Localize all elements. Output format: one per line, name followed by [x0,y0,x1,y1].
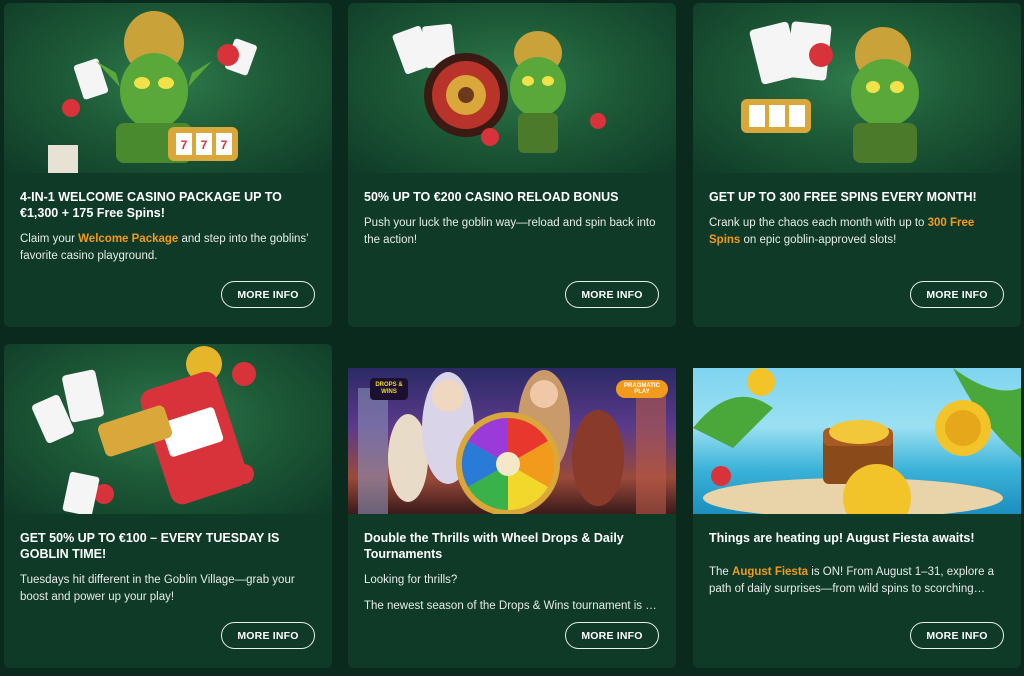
promo-title: 50% UP TO €200 CASINO RELOAD BONUS [364,190,619,204]
promo-card-august-fiesta: Things are heating up! August Fiesta awa… [693,344,1021,668]
promo-description: Looking for thrills? The newest season o… [364,572,660,615]
promo-description: Crank up the chaos each month with up to… [709,215,1005,249]
promo-image-olympus-wheel: DROPS & WINS PRAGMATIC PLAY [348,368,676,514]
treasure-beach-illustration-icon [693,368,1021,514]
promo-image-goblin-roulette [348,3,676,173]
promo-image-treasure-beach [693,368,1021,514]
image-top-spacer [348,344,676,368]
pragmatic-play-logo: PRAGMATIC PLAY [616,380,668,398]
drops-wins-badge: DROPS & WINS [370,378,408,400]
goblin-illustration-icon: 7 7 7 [48,11,257,173]
promo-title: GET 50% UP TO €100 – EVERY TUESDAY IS GO… [20,531,280,561]
promo-card-tuesday-bonus: GET 50% UP TO €100 – EVERY TUESDAY IS GO… [4,344,332,668]
promo-card-reload-bonus: 50% UP TO €200 CASINO RELOAD BONUS Push … [348,3,676,327]
svg-text:7: 7 [221,138,228,152]
promo-description-line-2: The newest season of the Drops & Wins to… [364,600,660,612]
promo-card-drops-wins: DROPS & WINS PRAGMATIC PLAY Double the T… [348,344,676,668]
promo-title: Things are heating up! August Fiesta awa… [709,531,975,545]
promo-description: The August Fiesta is ON! From August 1–3… [709,564,1005,598]
promo-title-line-2: €1,300 + 175 Free Spins! [20,206,165,220]
image-top-spacer [693,344,1021,368]
goblin-roulette-illustration-icon [392,23,606,153]
more-info-button[interactable]: MORE INFO [910,281,1004,308]
promo-description: Push your luck the goblin way—reload and… [364,217,656,246]
more-info-button[interactable]: MORE INFO [565,622,659,649]
promo-description-text: Crank up the chaos each month with up to [709,217,928,229]
slot-machine-illustration-icon [32,346,256,514]
promo-description: Tuesdays hit different in the Goblin Vil… [20,574,295,603]
welcome-package-link[interactable]: Welcome Package [78,233,178,245]
august-fiesta-link[interactable]: August Fiesta [732,566,808,578]
promo-description-text: The [709,566,733,578]
promo-title: Double the Thrills with Wheel Drops & Da… [364,531,624,561]
promo-title: 4-IN-1 WELCOME CASINO PACKAGE UP TO €1,3… [20,189,316,221]
promo-image-goblin-slots: 7 7 7 [4,3,332,173]
more-info-button[interactable]: MORE INFO [221,622,315,649]
promo-title-line-1: 4-IN-1 WELCOME CASINO PACKAGE UP TO [20,190,282,204]
more-info-button[interactable]: MORE INFO [565,281,659,308]
promo-description-line-1: Looking for thrills? [364,574,458,586]
promo-title: GET UP TO 300 FREE SPINS EVERY MONTH! [709,190,977,204]
promo-image-goblin-cards [693,3,1021,173]
promo-card-free-spins: GET UP TO 300 FREE SPINS EVERY MONTH! Cr… [693,3,1021,327]
more-info-button[interactable]: MORE INFO [221,281,315,308]
goblin-cards-illustration-icon [741,21,919,163]
promo-image-slot-machine [4,344,332,514]
promo-description-text: Claim your [20,233,79,245]
promo-description-text: on epic goblin-approved slots! [740,234,897,246]
svg-text:7: 7 [201,138,208,152]
svg-text:7: 7 [181,138,188,152]
promo-description: Claim your Welcome Package and step into… [20,231,316,265]
promo-card-welcome-package: 7 7 7 4-IN-1 WELCOME CASINO PACKAGE UP T… [4,3,332,327]
more-info-button[interactable]: MORE INFO [910,622,1004,649]
